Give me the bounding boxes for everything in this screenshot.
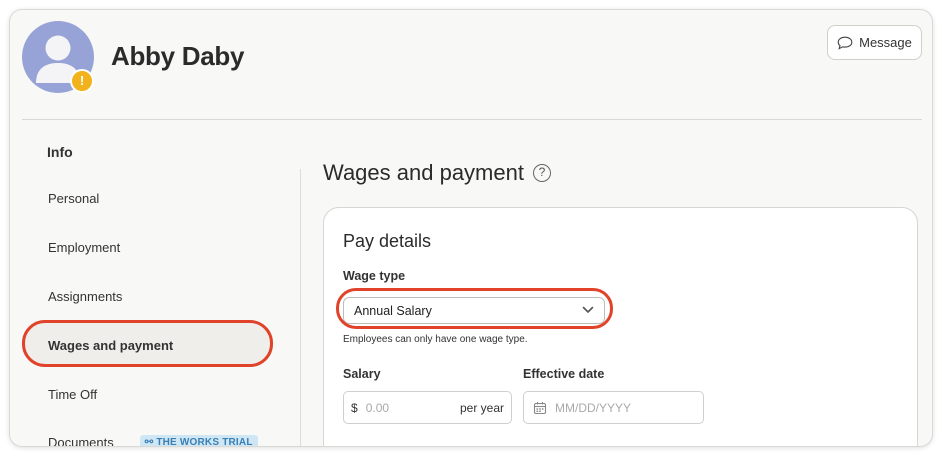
- sidebar-item-label: Wages and payment: [48, 337, 174, 353]
- sidebar-item-documents[interactable]: Documents ⚯ THE WORKS TRIAL: [22, 420, 284, 446]
- trial-badge[interactable]: ⚯ THE WORKS TRIAL: [139, 434, 258, 447]
- header-divider: [22, 119, 922, 120]
- section-title-text: Wages and payment: [323, 160, 524, 185]
- trial-badge-label: THE WORKS TRIAL: [156, 436, 253, 447]
- wage-type-select[interactable]: Annual Salary: [343, 297, 605, 324]
- chevron-down-icon: [582, 306, 594, 313]
- wage-type-label: Wage type: [343, 269, 406, 283]
- sidebar-item-label: Documents: [48, 434, 114, 447]
- sidebar-item-label: Time Off: [48, 386, 98, 402]
- effective-date-field[interactable]: [523, 391, 704, 424]
- effective-date-label: Effective date: [523, 367, 605, 381]
- message-button-label: Message: [859, 35, 912, 50]
- message-button[interactable]: Message: [827, 25, 922, 60]
- link-icon: ⚯: [144, 436, 157, 447]
- section-title: Wages and payment ?: [323, 160, 551, 186]
- chat-bubble-icon: [837, 36, 853, 50]
- effective-date-input[interactable]: [555, 400, 685, 415]
- app-window: ! Abby Daby Message Info Personal Employ…: [10, 10, 932, 446]
- sidebar-item-wages-and-payment[interactable]: Wages and payment: [24, 323, 272, 367]
- salary-label: Salary: [343, 367, 381, 381]
- sidebar-divider: [300, 169, 301, 446]
- sidebar-item-assignments[interactable]: Assignments: [22, 274, 284, 318]
- calendar-icon[interactable]: [533, 401, 547, 415]
- sidebar-item-label: Assignments: [48, 288, 123, 304]
- salary-input[interactable]: [365, 400, 456, 415]
- sidebar-item-label: Employment: [48, 239, 121, 255]
- sidebar-heading: Info: [47, 144, 73, 160]
- question-circle-icon[interactable]: ?: [532, 164, 551, 182]
- sidebar-item-label: Personal: [48, 190, 100, 206]
- salary-field[interactable]: $ per year: [343, 391, 512, 424]
- wage-type-hint: Employees can only have one wage type.: [343, 334, 528, 345]
- salary-unit: per year: [459, 400, 504, 415]
- currency-symbol: $: [351, 400, 358, 415]
- card-title: Pay details: [343, 231, 432, 251]
- warning-badge-icon: !: [70, 69, 94, 93]
- page-title: Abby Daby: [111, 41, 245, 71]
- wage-type-value: Annual Salary: [354, 303, 432, 318]
- pay-details-card: Pay details Wage type Annual Salary Empl…: [323, 207, 918, 446]
- sidebar-item-time-off[interactable]: Time Off: [22, 372, 284, 416]
- sidebar-item-personal[interactable]: Personal: [22, 176, 284, 220]
- sidebar-item-employment[interactable]: Employment: [22, 225, 284, 269]
